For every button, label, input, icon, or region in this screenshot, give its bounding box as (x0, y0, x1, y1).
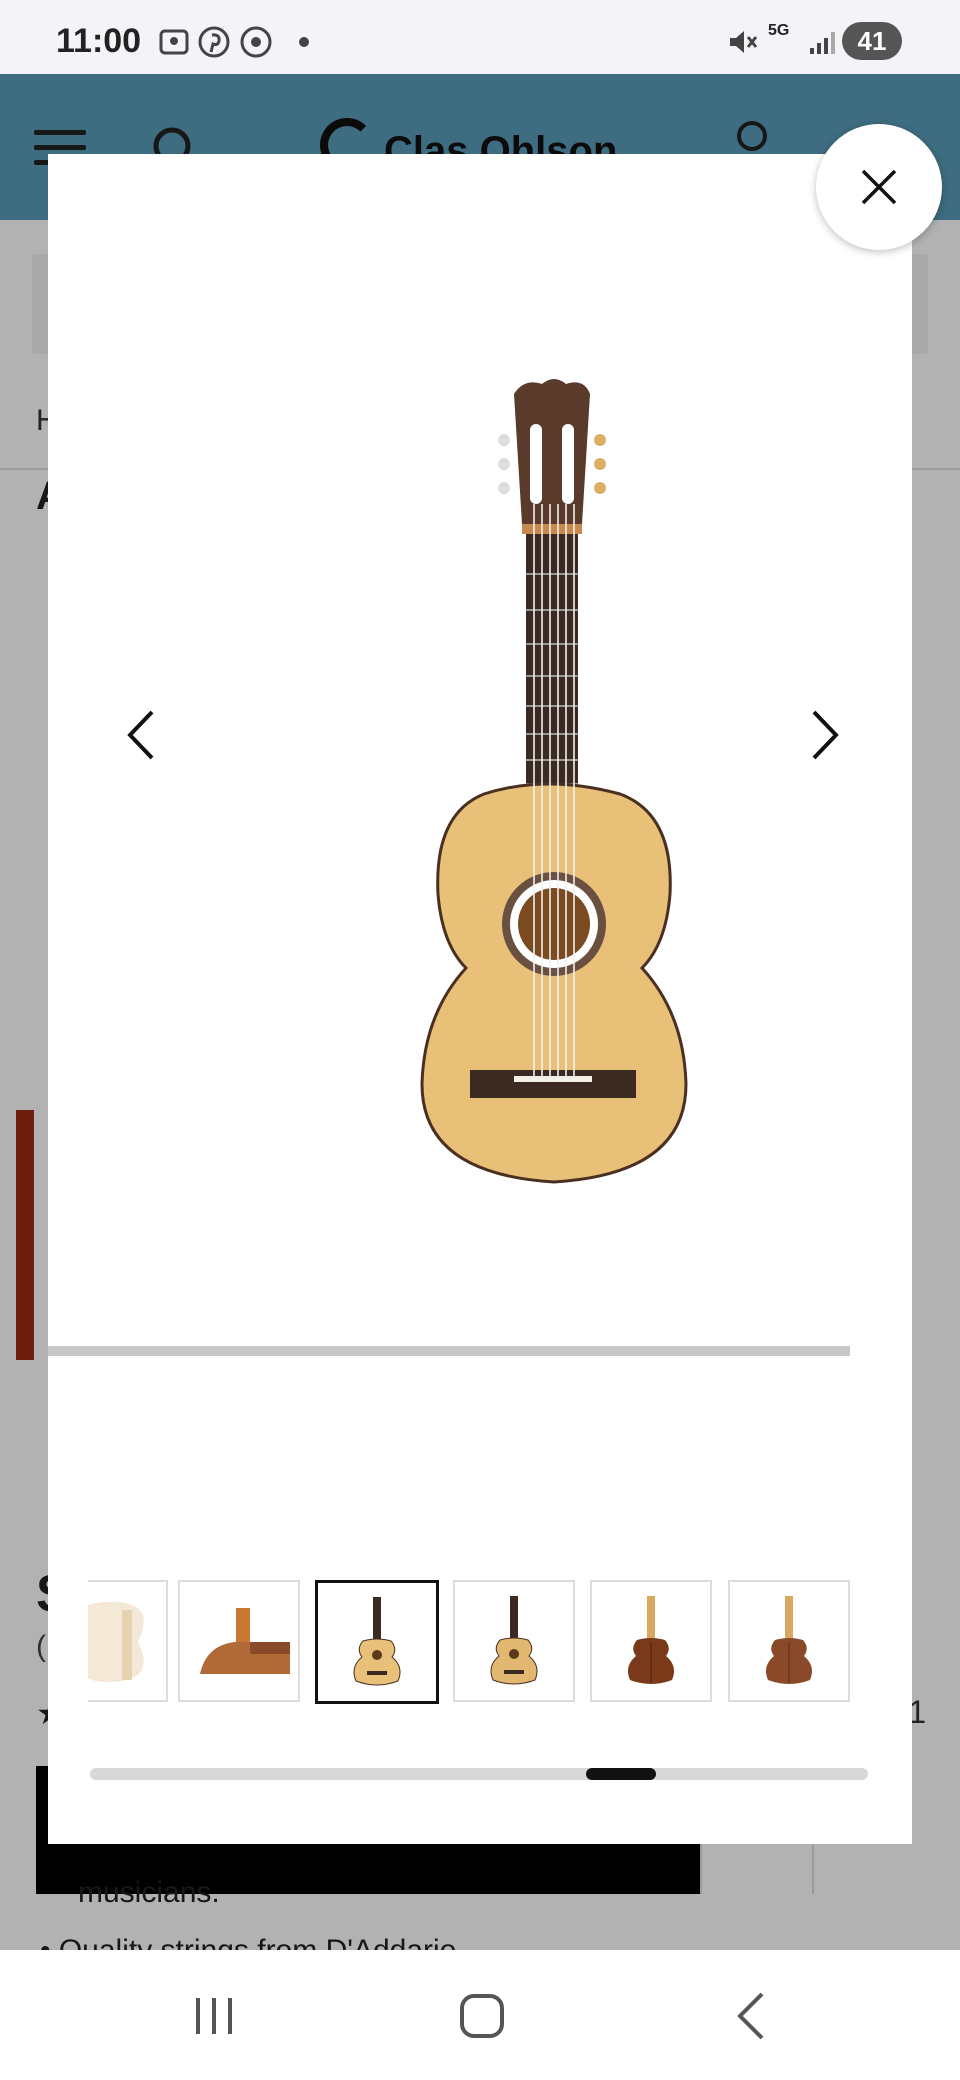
image-progress-bar (48, 1346, 850, 1356)
battery-icon: 41 (842, 22, 902, 60)
close-icon (861, 169, 897, 205)
5g-icon: 5G (768, 22, 790, 39)
status-time: 11:00 (56, 22, 142, 60)
thumbnail-guitar-front-light[interactable] (315, 1580, 439, 1704)
system-navigation-bar (0, 1950, 960, 2080)
image-gallery-modal (48, 154, 912, 1844)
screenshot-icon (159, 29, 189, 55)
chevron-right-icon[interactable] (802, 700, 852, 770)
thumbnail-scrollbar-handle[interactable] (586, 1768, 656, 1780)
recent-apps-icon[interactable] (184, 1986, 244, 2046)
thumbnail-scrollbar[interactable] (90, 1768, 868, 1780)
chrome-icon (240, 26, 272, 58)
main-product-image (420, 379, 688, 1184)
status-bar: 11:00 5G 41 (0, 0, 960, 74)
thumbnail-guitar-body-detail[interactable] (88, 1580, 168, 1702)
chevron-left-icon[interactable] (114, 700, 164, 770)
close-button[interactable] (816, 124, 942, 250)
home-icon[interactable] (452, 1986, 512, 2046)
thumbnail-guitar-back-brown[interactable] (728, 1580, 850, 1702)
back-icon[interactable] (722, 1986, 782, 2046)
thumbnail-guitar-back-dark[interactable] (590, 1580, 712, 1702)
pinterest-icon (198, 26, 230, 58)
mute-icon (730, 31, 758, 53)
thumbnail-strip[interactable] (88, 1580, 900, 1706)
signal-icon (810, 32, 835, 54)
thumbnail-guitar-front-light-alt[interactable] (453, 1580, 575, 1702)
dot-icon (299, 37, 309, 47)
thumbnail-guitar-side-closeup[interactable] (178, 1580, 300, 1702)
